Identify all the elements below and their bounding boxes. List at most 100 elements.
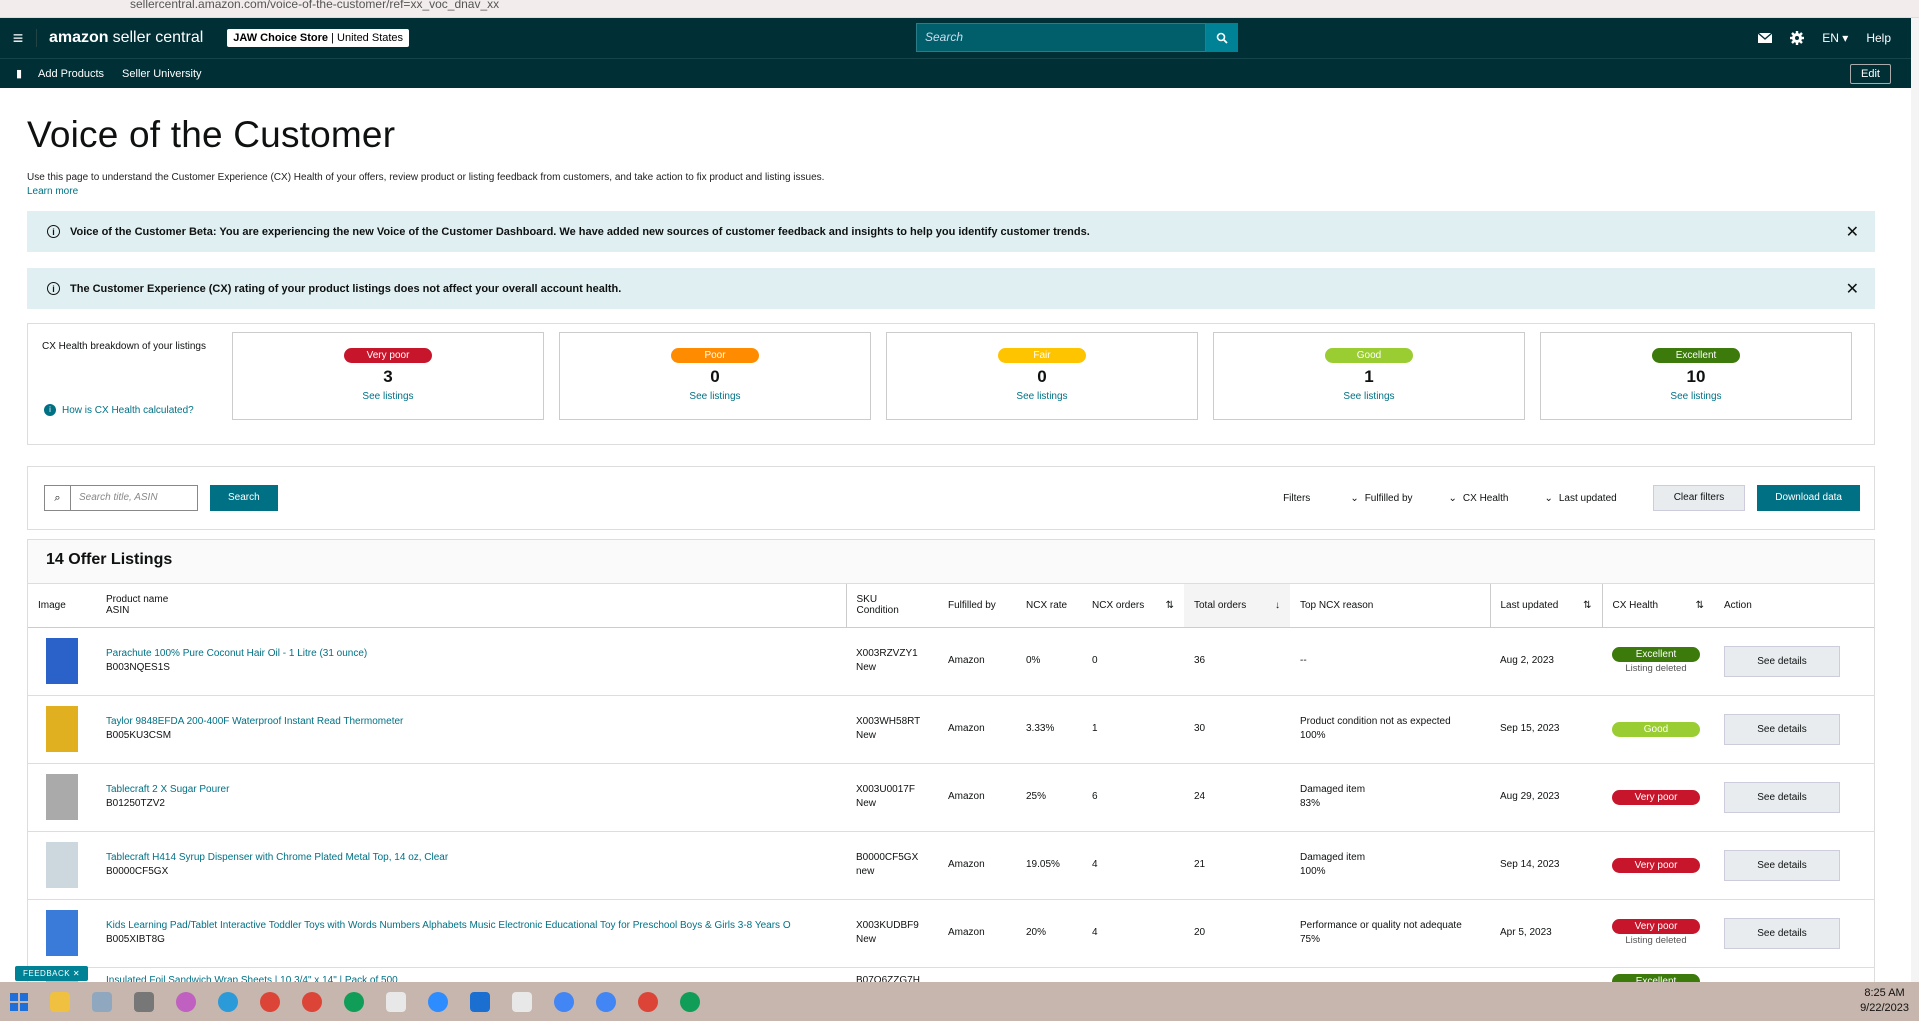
cx-health-badge: Excellent (1612, 646, 1700, 662)
feedback-button[interactable]: FEEDBACK ✕ (15, 966, 89, 981)
browser-url-bar[interactable]: sellercentral.amazon.com/voice-of-the-cu… (0, 0, 1919, 18)
header-search-input[interactable]: Search (916, 23, 1206, 52)
product-link[interactable]: Kids Learning Pad/Tablet Interactive Tod… (106, 919, 836, 933)
see-listings-link[interactable]: See listings (233, 391, 543, 402)
close-icon[interactable]: ✕ (1846, 279, 1859, 299)
product-thumbnail[interactable] (46, 638, 78, 684)
file-explorer-icon[interactable] (50, 991, 70, 1012)
mail-icon[interactable] (1758, 33, 1773, 43)
cx-card-very-poor: Very poor 3 See listings (232, 332, 544, 420)
product-cell: Kids Learning Pad/Tablet Interactive Tod… (96, 899, 846, 968)
listing-search-input[interactable]: Search title, ASIN (71, 486, 197, 510)
product-link[interactable]: Tablecraft H414 Syrup Dispenser with Chr… (106, 851, 836, 865)
product-link[interactable]: Tablecraft 2 X Sugar Pourer (106, 783, 836, 797)
seller-central-logo[interactable]: amazon seller central (36, 29, 215, 47)
cx-health-title: CX Health breakdown of your listings (42, 341, 206, 352)
cx-card-fair: Fair 0 See listings (886, 332, 1198, 420)
chrome-profile-icon[interactable] (596, 991, 616, 1012)
system-clock[interactable]: 8:25 AM 9/22/2023 (1860, 986, 1909, 1016)
cx-health-label: CX Health (1612, 599, 1659, 611)
col-ncx-rate: NCX rate (1016, 584, 1082, 628)
reason-text: Damaged item (1300, 852, 1366, 863)
search-button[interactable]: Search (210, 485, 278, 511)
cx-health-cell: Very poor (1602, 763, 1714, 832)
see-details-button[interactable]: See details (1724, 713, 1840, 745)
chrome-profile-icon[interactable] (638, 991, 658, 1012)
close-icon[interactable]: ✕ (1846, 222, 1859, 242)
nav-add-products[interactable]: Add Products (38, 68, 104, 80)
product-thumbnail[interactable] (46, 774, 78, 820)
product-thumbnail[interactable] (46, 910, 78, 956)
action-cell: See details (1714, 695, 1874, 764)
logo-main: amazon (49, 29, 109, 46)
chrome-icon[interactable] (260, 991, 280, 1012)
see-listings-link[interactable]: See listings (887, 391, 1197, 402)
see-details-button[interactable]: See details (1724, 849, 1840, 881)
windows-start-icon[interactable] (10, 992, 28, 1011)
image-cell (28, 831, 96, 900)
product-thumbnail[interactable] (46, 842, 78, 888)
download-data-button[interactable]: Download data (1757, 485, 1860, 511)
cx-health-pill: Good (1325, 348, 1413, 363)
listings-heading: 14 Offer Listings (28, 540, 1874, 584)
cx-card-poor: Poor 0 See listings (559, 332, 871, 420)
col-last-updated[interactable]: Last updated ⇅ (1489, 584, 1602, 628)
page-scrollbar[interactable] (1911, 18, 1919, 982)
app-icon[interactable] (512, 991, 532, 1012)
zoom-icon[interactable] (428, 991, 448, 1012)
see-listings-link[interactable]: See listings (1214, 391, 1524, 402)
app-r-icon[interactable] (470, 991, 490, 1012)
see-details-button[interactable]: See details (1724, 917, 1840, 949)
see-listings-link[interactable]: See listings (1541, 391, 1851, 402)
sort-icon[interactable]: ⇅ (1696, 600, 1704, 611)
store-selector[interactable]: JAW Choice Store | United States (227, 29, 410, 47)
see-details-button[interactable]: See details (1724, 781, 1840, 813)
calculator-icon[interactable] (134, 991, 154, 1012)
col-total-orders[interactable]: Total orders ↓ (1184, 584, 1290, 628)
chrome-profile-icon[interactable] (302, 991, 322, 1012)
ncx-rate-cell: 0% (1016, 627, 1082, 696)
app-icon[interactable] (386, 991, 406, 1012)
product-link[interactable]: Taylor 9848EFDA 200-400F Waterproof Inst… (106, 715, 836, 729)
header-search-button[interactable] (1206, 23, 1238, 52)
gear-icon[interactable] (1790, 31, 1805, 45)
fulfilled-cell: Amazon (938, 627, 1016, 696)
col-ncx-orders[interactable]: NCX orders ⇅ (1082, 584, 1184, 628)
cx-health-badge: Very poor (1612, 857, 1700, 873)
nav-seller-university[interactable]: Seller University (122, 68, 201, 80)
table-row: Tablecraft H414 Syrup Dispenser with Chr… (28, 831, 1874, 900)
help-link[interactable]: Help (1866, 31, 1891, 45)
clear-filters-button[interactable]: Clear filters (1652, 485, 1746, 511)
bookmark-icon[interactable]: ▮ (0, 67, 38, 80)
learn-more-link[interactable]: Learn more (27, 186, 1875, 197)
chrome-profile-icon[interactable] (344, 991, 364, 1012)
fulfilled-cell: Amazon (938, 763, 1016, 832)
see-details-button[interactable]: See details (1724, 645, 1840, 677)
sort-icon[interactable]: ⇅ (1166, 600, 1174, 611)
language-selector[interactable]: EN ▾ (1822, 31, 1848, 45)
product-link[interactable]: Parachute 100% Pure Coconut Hair Oil - 1… (106, 647, 836, 661)
last-updated-dropdown[interactable]: Last updated (1544, 493, 1617, 504)
chrome-profile-icon[interactable] (554, 991, 574, 1012)
cx-health-badge: Very poor (1612, 789, 1700, 805)
hamburger-menu-icon[interactable]: ≡ (0, 28, 36, 49)
see-listings-link[interactable]: See listings (560, 391, 870, 402)
table-row: Parachute 100% Pure Coconut Hair Oil - 1… (28, 627, 1874, 696)
cx-health-dropdown[interactable]: CX Health (1449, 493, 1509, 504)
product-thumbnail[interactable] (46, 706, 78, 752)
sort-desc-icon[interactable]: ↓ (1275, 600, 1280, 611)
chrome-profile-icon[interactable] (680, 991, 700, 1012)
telegram-icon[interactable] (218, 991, 238, 1012)
app-icon[interactable] (92, 991, 112, 1012)
slack-icon[interactable] (176, 991, 196, 1012)
top-reason-cell: Product condition not as expected 100% (1290, 695, 1490, 764)
ncx-orders-cell: 0 (1082, 627, 1184, 696)
col-cx-health[interactable]: CX Health ⇅ (1601, 584, 1714, 628)
fulfilled-by-dropdown[interactable]: Fulfilled by (1350, 493, 1413, 504)
edit-nav-button[interactable]: Edit (1850, 64, 1891, 84)
top-header: ≡ amazon seller central JAW Choice Store… (0, 18, 1919, 58)
cx-health-badge: Good (1612, 721, 1700, 737)
asin-text: B01250TZV2 (106, 798, 165, 809)
how-cx-health-link[interactable]: i How is CX Health calculated? (44, 404, 194, 416)
sort-icon[interactable]: ⇅ (1583, 600, 1591, 611)
